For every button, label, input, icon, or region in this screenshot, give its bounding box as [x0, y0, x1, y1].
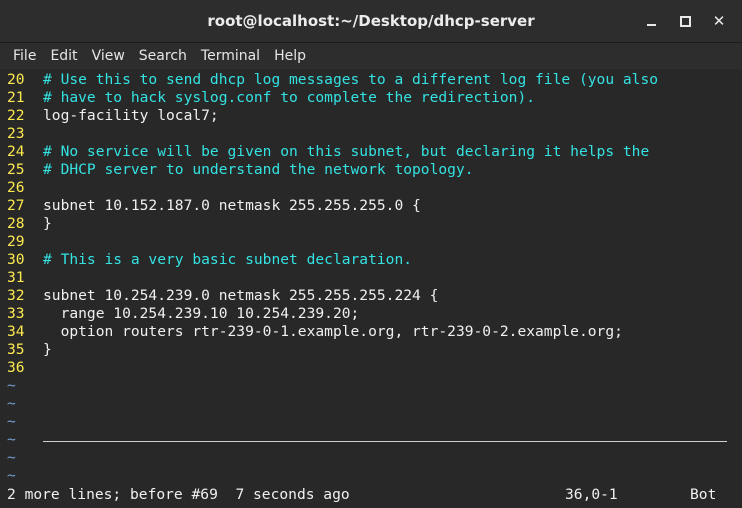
cursor-line — [43, 441, 727, 442]
terminal-window: root@localhost:~/Desktop/dhcp-server ✕ F… — [0, 0, 742, 508]
editor-line[interactable]: 30 # This is a very basic subnet declarat… — [7, 251, 658, 269]
line-number: 28 — [7, 215, 25, 232]
line-number: 27 — [7, 197, 25, 214]
editor-line[interactable]: 27 subnet 10.152.187.0 netmask 255.255.25… — [7, 197, 658, 215]
line-number: 24 — [7, 143, 25, 160]
code-text: log-facility local7; — [43, 107, 219, 124]
line-number: 22 — [7, 107, 25, 124]
line-number: 21 — [7, 89, 25, 106]
editor-lines: 20 # Use this to send dhcp log messages t… — [7, 71, 658, 485]
line-number: 23 — [7, 125, 25, 142]
tilde-marker: ~ — [7, 467, 16, 484]
editor-line[interactable]: 24 # No service will be given on this sub… — [7, 143, 658, 161]
empty-line-marker: ~ — [7, 431, 658, 449]
tilde-marker: ~ — [7, 413, 16, 430]
code-text: range 10.254.239.10 10.254.239.20; — [43, 305, 360, 322]
code-comment: # DHCP server to understand the network … — [43, 161, 474, 178]
line-number: 31 — [7, 269, 25, 286]
status-message: 2 more lines; before #69 7 seconds ago — [7, 486, 350, 503]
line-number: 25 — [7, 161, 25, 178]
editor-line[interactable]: 34 option routers rtr-239-0-1.example.or… — [7, 323, 658, 341]
menu-file[interactable]: File — [6, 43, 43, 69]
menu-view[interactable]: View — [85, 43, 132, 69]
editor-line[interactable]: 36 — [7, 359, 658, 377]
editor-line[interactable]: 23 — [7, 125, 658, 143]
tilde-marker: ~ — [7, 377, 16, 394]
tilde-marker: ~ — [7, 449, 16, 466]
close-icon: ✕ — [712, 11, 726, 30]
line-number: 32 — [7, 287, 25, 304]
line-number: 29 — [7, 233, 25, 250]
title-bar[interactable]: root@localhost:~/Desktop/dhcp-server ✕ — [0, 0, 742, 43]
editor-line[interactable]: 35} — [7, 341, 658, 359]
line-number: 33 — [7, 305, 25, 322]
code-comment: # have to hack syslog.conf to complete t… — [43, 89, 536, 106]
empty-line-marker: ~ — [7, 413, 658, 431]
code-text: option routers rtr-239-0-1.example.org, … — [43, 323, 623, 340]
empty-line-marker: ~ — [7, 467, 658, 485]
window-title: root@localhost:~/Desktop/dhcp-server — [207, 12, 535, 30]
line-number: 26 — [7, 179, 25, 196]
code-text: subnet 10.254.239.0 netmask 255.255.255.… — [43, 287, 439, 304]
editor-line[interactable]: 32 subnet 10.254.239.0 netmask 255.255.25… — [7, 287, 658, 305]
code-comment: # Use this to send dhcp log messages to … — [43, 71, 659, 88]
editor-line[interactable]: 26 — [7, 179, 658, 197]
editor-line[interactable]: 29 — [7, 233, 658, 251]
editor-line[interactable]: 28} — [7, 215, 658, 233]
line-number: 34 — [7, 323, 25, 340]
editor-line[interactable]: 31 — [7, 269, 658, 287]
window-controls: ✕ — [638, 0, 732, 42]
menu-bar: File Edit View Search Terminal Help — [0, 43, 742, 69]
line-number: 20 — [7, 71, 25, 88]
code-comment: # No service will be given on this subne… — [43, 143, 650, 160]
scroll-position: Bot — [690, 486, 717, 503]
code-text: subnet 10.152.187.0 netmask 255.255.255.… — [43, 197, 421, 214]
menu-help[interactable]: Help — [267, 43, 313, 69]
editor-line[interactable]: 25 # DHCP server to understand the networ… — [7, 161, 658, 179]
editor-line[interactable]: 33 range 10.254.239.10 10.254.239.20; — [7, 305, 658, 323]
minimize-icon — [646, 24, 656, 26]
vim-status-bar: 2 more lines; before #69 7 seconds ago 3… — [0, 486, 742, 504]
editor-line[interactable]: 22 log-facility local7; — [7, 107, 658, 125]
menu-terminal[interactable]: Terminal — [194, 43, 267, 69]
menu-edit[interactable]: Edit — [43, 43, 84, 69]
line-number: 30 — [7, 251, 25, 268]
minimize-button[interactable] — [638, 8, 664, 34]
empty-line-marker: ~ — [7, 377, 658, 395]
terminal-area[interactable]: 20 # Use this to send dhcp log messages t… — [0, 69, 742, 508]
cursor-position: 36,0-1 — [565, 486, 618, 503]
menu-search[interactable]: Search — [132, 43, 194, 69]
close-button[interactable]: ✕ — [706, 8, 732, 34]
line-number: 36 — [7, 359, 25, 376]
code-text: } — [43, 341, 52, 358]
line-number: 35 — [7, 341, 25, 358]
empty-line-marker: ~ — [7, 449, 658, 467]
code-comment: # This is a very basic subnet declaratio… — [43, 251, 413, 268]
tilde-marker: ~ — [7, 395, 16, 412]
editor-line[interactable]: 20 # Use this to send dhcp log messages t… — [7, 71, 658, 89]
maximize-icon — [679, 15, 691, 27]
editor-line[interactable]: 21 # have to hack syslog.conf to complete… — [7, 89, 658, 107]
tilde-marker: ~ — [7, 431, 16, 448]
maximize-button[interactable] — [672, 8, 698, 34]
empty-line-marker: ~ — [7, 395, 658, 413]
code-text: } — [43, 215, 52, 232]
